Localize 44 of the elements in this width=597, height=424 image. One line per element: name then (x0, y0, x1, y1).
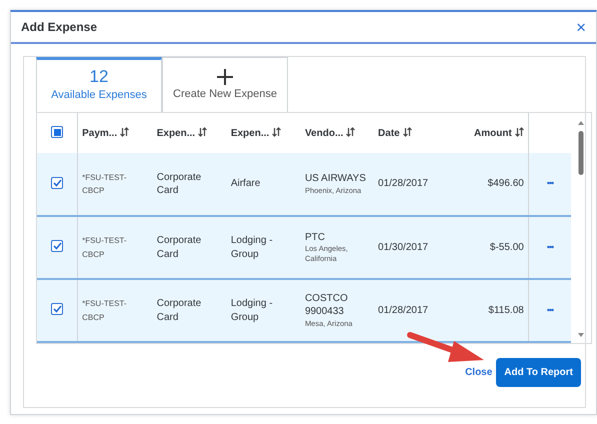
close-button[interactable]: × (574, 18, 588, 36)
table-cell: $115.08 (488, 304, 524, 316)
sort-icon[interactable] (120, 126, 130, 136)
plus-icon (216, 68, 234, 86)
table-cell: Airfare (230, 178, 260, 190)
vendor-name: COSTCO 9900433 (304, 292, 349, 319)
table-cell: Corporate Card (156, 235, 202, 260)
table-cell: Corporate Card (156, 172, 202, 196)
more-button[interactable]: ••• (546, 304, 554, 316)
table-cell: $-55.00 (490, 242, 524, 253)
table-cell: *FSU-TEST-CBCP (82, 236, 127, 258)
checkbox[interactable] (51, 303, 64, 316)
column-header[interactable]: Expen... (230, 128, 270, 138)
table-cell: Lodging - Group (230, 235, 273, 260)
sort-icon[interactable] (402, 126, 412, 136)
checkbox[interactable] (51, 176, 64, 189)
table-cell: 01/28/2017 (378, 304, 428, 316)
table-cell: 01/30/2017 (378, 242, 428, 253)
column-header[interactable]: Paym... (82, 128, 118, 138)
sort-icon[interactable] (346, 126, 356, 136)
column-header[interactable]: Amount (474, 128, 512, 138)
column-header[interactable]: Date (378, 128, 400, 138)
vendor-name: PTC (304, 230, 326, 244)
vendor-name: US AIRWAYS (304, 172, 367, 186)
sort-icon[interactable] (514, 126, 524, 136)
table-cell: Corporate Card (156, 298, 202, 322)
table-cell: *FSU-TEST-CBCP (82, 299, 127, 322)
checkbox[interactable] (51, 240, 64, 252)
add-to-report-button[interactable]: Add To Report (496, 358, 581, 387)
column-header[interactable]: Vendo... (304, 128, 344, 138)
table-cell: 01/28/2017 (378, 178, 428, 190)
table-cell: *FSU-TEST-CBCP (82, 172, 127, 195)
table-cell: Lodging - Group (230, 298, 273, 322)
close-button[interactable]: Close (465, 365, 492, 380)
sort-icon[interactable] (198, 126, 208, 136)
dialog-title: Add Expense (21, 19, 98, 36)
tab[interactable]: 12 Available Expenses (36, 57, 162, 112)
tab[interactable]: Create New Expense (162, 57, 288, 112)
checkbox[interactable] (51, 126, 64, 138)
table-cell: $496.60 (488, 178, 524, 190)
more-button[interactable]: ••• (546, 177, 554, 190)
column-header[interactable]: Expen... (156, 128, 196, 138)
more-button[interactable]: ••• (546, 240, 554, 253)
sort-icon[interactable] (272, 126, 282, 136)
